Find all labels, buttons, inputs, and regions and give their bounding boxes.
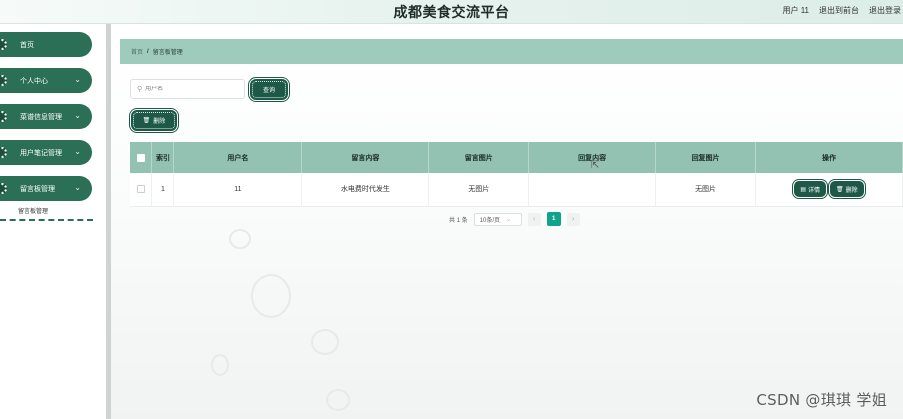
cell-reply	[528, 173, 657, 207]
row-checkbox[interactable]	[136, 185, 145, 194]
chevron-down-icon: ⌄	[74, 75, 81, 84]
watermark: CSDN @琪琪 学姐	[756, 391, 887, 409]
column-header-actions: 操作	[755, 142, 903, 173]
sidebar-item-personal-center[interactable]: 个人中心 ⌄	[0, 68, 92, 93]
sidebar-item-home[interactable]: 首页	[0, 32, 92, 57]
back-to-frontend-link[interactable]: 退出到前台	[819, 5, 859, 16]
breadcrumb: 首页 / 留言板管理	[120, 39, 903, 64]
sidebar-item-message-board[interactable]: 留言板管理 ⌄	[0, 176, 92, 201]
sidebar-item-label: 菜谱信息管理	[20, 113, 62, 121]
chevron-down-icon: ⌄	[506, 216, 512, 223]
breadcrumb-separator: /	[147, 48, 149, 55]
table-header-row: 索引 用户名 留言内容 留言图片 回复内容 回复图片 操作	[130, 142, 903, 173]
delete-button-label: 删除	[153, 119, 166, 125]
header-actions: 用户 11 退出到前台 退出登录	[782, 5, 901, 16]
username-search-input[interactable]	[145, 86, 241, 92]
page-number-active[interactable]: 1	[546, 212, 561, 226]
cell-index: 1	[151, 173, 175, 207]
select-all-header	[130, 142, 153, 173]
water-drop-decoration	[211, 354, 229, 376]
breadcrumb-home[interactable]: 首页	[131, 47, 143, 56]
page-size-select[interactable]: 10条/页 ⌄	[473, 212, 522, 226]
user-icon	[0, 75, 7, 86]
row-select-cell	[130, 173, 153, 207]
sidebar-item-note-management[interactable]: 用户笔记管理 ⌄	[0, 140, 92, 165]
sidebar-item-recipe-management[interactable]: 菜谱信息管理 ⌄	[0, 104, 92, 129]
cell-image: 无图片	[428, 173, 530, 207]
chevron-down-icon: ⌄	[74, 111, 81, 120]
logout-link[interactable]: 退出登录	[869, 5, 901, 16]
column-header-username: 用户名	[173, 142, 303, 173]
top-header: 成都美食交流平台 用户 11 退出到前台 退出登录	[0, 0, 903, 24]
document-icon: ▤	[800, 186, 807, 193]
query-button[interactable]: 查询	[252, 81, 286, 98]
batch-delete-button[interactable]: 🗑 删除	[133, 112, 175, 129]
prev-page-button[interactable]: ‹	[527, 212, 541, 226]
breadcrumb-current: 留言板管理	[152, 50, 183, 56]
search-field[interactable]: ⚲	[130, 79, 245, 99]
message-icon	[0, 183, 7, 194]
home-icon	[0, 39, 7, 50]
note-icon	[0, 147, 7, 158]
chevron-down-icon: ⌄	[74, 183, 81, 192]
submenu-item-message-board[interactable]: 留言板管理	[0, 206, 93, 221]
cell-reply-image: 无图片	[655, 173, 757, 207]
select-all-checkbox[interactable]	[136, 153, 145, 162]
page-size-value: 10条/页	[479, 217, 501, 224]
cell-actions: ▤ 详情 🗑 删除	[755, 173, 903, 207]
next-page-button[interactable]: ›	[566, 212, 580, 226]
water-drop-decoration	[251, 274, 291, 318]
sidebar-item-label: 个人中心	[20, 77, 48, 85]
detail-button-label: 详情	[808, 187, 821, 194]
current-user: 用户 11	[782, 6, 809, 15]
water-drop-decoration	[311, 329, 339, 355]
water-drop-decoration	[326, 389, 350, 411]
trash-icon: 🗑	[142, 118, 151, 124]
column-header-index: 索引	[151, 142, 175, 173]
trash-icon: 🗑	[836, 186, 844, 193]
cell-content: 水电费时代发生	[301, 173, 430, 207]
row-delete-button[interactable]: 🗑 删除	[831, 182, 863, 197]
total-count: 共 1 条	[449, 217, 468, 224]
chevron-down-icon: ⌄	[74, 147, 81, 156]
column-header-image: 留言图片	[428, 142, 530, 173]
sidebar-item-label: 首页	[20, 41, 34, 49]
sidebar: 首页 个人中心 ⌄ 菜谱信息管理 ⌄ 用户笔记管理 ⌄ 留言板管理 ⌄ 留言板管…	[0, 24, 106, 419]
column-header-reply-image: 回复图片	[655, 142, 757, 173]
column-header-content: 留言内容	[301, 142, 430, 173]
search-icon: ⚲	[137, 86, 143, 93]
sidebar-item-label: 用户笔记管理	[20, 149, 62, 157]
detail-button[interactable]: ▤ 详情	[795, 182, 826, 197]
main-content: 首页 / 留言板管理 ⚲ 查询 🗑 删除 索引 用户名 留言内容 留言图片 回复…	[111, 24, 903, 419]
query-button-label: 查询	[262, 88, 275, 94]
recipe-icon	[0, 111, 7, 122]
mouse-cursor-icon: ⇱	[591, 160, 600, 171]
cell-username: 11	[173, 173, 303, 207]
sidebar-item-label: 留言板管理	[20, 185, 55, 193]
water-drop-decoration	[229, 229, 251, 249]
message-table: 索引 用户名 留言内容 留言图片 回复内容 回复图片 操作 1 11 水电费时代…	[130, 142, 903, 207]
table-row: 1 11 水电费时代发生 无图片 无图片 ▤ 详情 🗑 删除	[130, 173, 903, 207]
row-delete-label: 删除	[845, 187, 858, 194]
site-title: 成都美食交流平台	[393, 4, 510, 20]
pagination: 共 1 条 10条/页 ⌄ ‹ 1 ›	[449, 212, 580, 226]
